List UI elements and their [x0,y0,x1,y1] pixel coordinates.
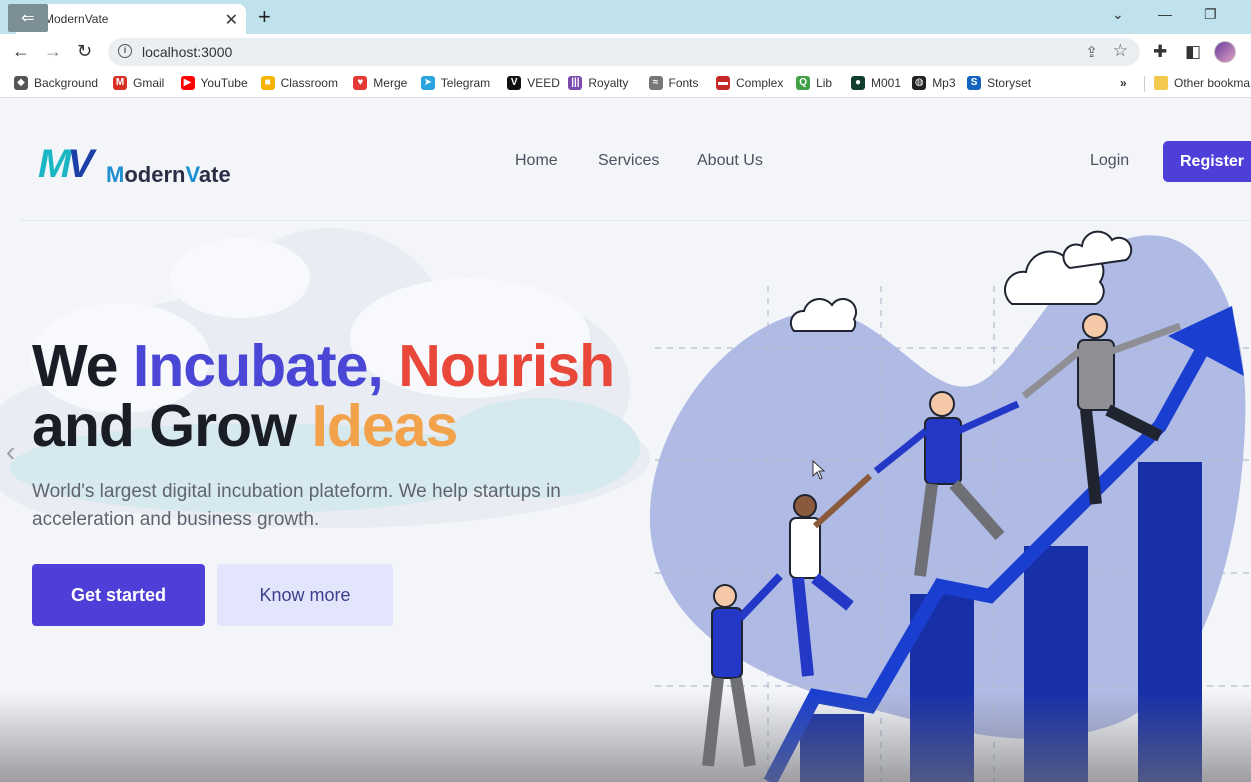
bookmark-star-icon[interactable]: ☆ [1113,41,1128,61]
browser-tab-bar: MV ModernVate ✕ ⇐ + ⌄ — ❐ [0,0,1251,34]
bookmark-mp3[interactable]: ◍ Mp3 [912,76,956,90]
hero-word-incubate: Incubate, [132,333,384,399]
new-tab-button[interactable]: + [258,4,271,30]
logo-text: ModernVate [106,162,231,188]
register-button[interactable]: Register [1163,141,1251,182]
logo-text-odern: odern [124,162,186,187]
bookmark-veed[interactable]: V VEED [507,76,560,90]
bottom-fade-overlay [0,692,1251,782]
telegram-icon: ➤ [420,76,435,90]
lib-icon: Q [796,76,811,90]
logo-text-v: V [185,162,199,187]
webpage: MV ModernVate Home Services About Us Log… [0,98,1251,782]
url-text[interactable]: localhost:3000 [142,44,232,60]
nav-home[interactable]: Home [515,152,558,170]
folder-icon [1154,76,1168,90]
bookmark-background[interactable]: ◆ Background [14,76,98,90]
hero-word-nourish: Nourish [382,333,615,399]
layers-icon: ◆ [14,76,28,90]
logo-mark-v: V [67,142,94,186]
hero-word-grow: and Grow [32,393,312,459]
bookmark-classroom[interactable]: ■ Classroom [260,76,338,90]
hero-word-we: We [32,333,133,399]
browser-toolbar: ← → ↻ i localhost:3000 ⇪ ☆ ✚ ◧ [0,34,1251,70]
bookmark-complex[interactable]: ▬ Complex [716,76,783,90]
storyset-icon: S [967,76,982,90]
bookmark-m001[interactable]: ● M001 [851,76,901,90]
back-arrow-icon[interactable]: ← [12,41,30,61]
bookmark-label: Fonts [668,76,699,90]
bookmark-label: Royalty [588,76,629,90]
reload-icon[interactable]: ↻ [77,41,92,61]
bookmark-label: Merge [373,76,408,90]
site-info-icon[interactable]: i [118,44,132,58]
globe-icon: ◍ [912,76,927,90]
bookmark-label: Storyset [987,76,1032,90]
bookmark-youtube[interactable]: ▶ YouTube [180,76,248,90]
youtube-icon: ▶ [180,76,195,90]
login-link[interactable]: Login [1090,152,1129,170]
header-divider [20,220,1251,221]
bookmark-telegram[interactable]: ➤ Telegram [420,76,491,90]
logo-text-ate: ate [198,162,231,187]
mouse-cursor-icon [812,460,826,480]
bookmark-gmail[interactable]: M Gmail [113,76,164,90]
complex-icon: ▬ [716,76,730,90]
bookmark-royalty[interactable]: ||| Royalty [568,76,628,90]
other-bookmarks-label: Other bookma [1174,76,1251,90]
minimize-button[interactable]: — [1158,6,1172,22]
bookmark-lib[interactable]: Q Lib [796,76,832,90]
bookmark-label: YouTube [200,76,248,90]
gmail-icon: M [113,76,127,90]
mongodb-icon: ● [851,76,865,90]
bookmark-label: Background [34,76,99,90]
bookmark-label: Lib [816,76,833,90]
know-more-button[interactable]: Know more [217,564,393,626]
logo-mark-icon: MV [38,142,94,187]
forward-arrow-icon[interactable]: → [44,41,62,61]
tab-search-icon[interactable]: ⌄ [1112,6,1124,23]
profile-avatar[interactable] [1214,41,1236,63]
other-bookmarks[interactable]: Other bookma [1154,76,1250,90]
bookmark-label: Gmail [133,76,165,90]
share-icon[interactable]: ⇪ [1085,43,1098,61]
back-overlay-icon[interactable]: ⇐ [8,4,48,32]
address-bar[interactable]: i localhost:3000 ⇪ ☆ [108,38,1140,66]
nav-services[interactable]: Services [598,152,659,170]
nav-about-us[interactable]: About Us [697,152,763,170]
bookmark-label: Complex [736,76,784,90]
hero-word-ideas: Ideas [311,393,458,459]
heart-icon: ♥ [353,76,368,90]
tab-close-icon[interactable]: ✕ [225,10,238,30]
logo-text-m: M [106,162,125,187]
bookmark-label: M001 [871,76,902,90]
browser-tab[interactable]: MV ModernVate ✕ [16,4,246,34]
bookmark-label: Classroom [280,76,338,90]
hero-subtitle: World's largest digital incubation plate… [32,481,561,530]
tab-title: ModernVate [44,12,109,26]
bookmarks-overflow-button[interactable]: » [1120,76,1127,90]
extensions-puzzle-icon[interactable]: ✚ [1153,42,1167,62]
carousel-prev-chevron-icon[interactable]: ‹ [6,436,15,468]
bookmark-label: Telegram [440,76,491,90]
side-panel-icon[interactable]: ◧ [1185,42,1201,62]
bookmarks-bar: » Other bookma ◆ Background M Gmail ▶ YouTube… [0,70,1251,98]
royalty-icon: ||| [568,76,583,90]
fonts-icon: ≈ [648,76,663,90]
classroom-icon: ■ [260,76,275,90]
hero-title: We Incubate, Nourish and Grow Ideas [32,333,615,459]
restore-button[interactable]: ❐ [1204,6,1217,23]
get-started-button[interactable]: Get started [32,564,205,626]
bookmark-merge[interactable]: ♥ Merge [353,76,407,90]
logo-mark-m: M [38,142,71,186]
veed-icon: V [507,76,522,90]
bookmark-fonts[interactable]: ≈ Fonts [648,76,699,90]
bookmark-label: Mp3 [932,76,956,90]
bookmark-storyset[interactable]: S Storyset [967,76,1031,90]
bookmarks-divider [1144,76,1145,92]
bookmark-label: VEED [527,76,560,90]
